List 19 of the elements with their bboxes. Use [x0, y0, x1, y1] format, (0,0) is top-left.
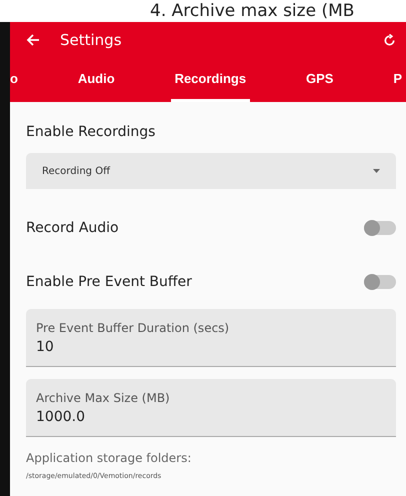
- caption-text: 4. Archive max size (MB: [149, 0, 356, 22]
- dropdown[interactable]: Recording Off: [26, 153, 396, 189]
- setting-label: Record Audio: [26, 218, 119, 238]
- setting-label: Enable Pre Event Buffer: [26, 272, 192, 292]
- tab[interactable]: Audio: [74, 58, 119, 102]
- info-label: Application storage folders:: [26, 450, 192, 467]
- text-field[interactable]: Pre Event Buffer Duration (secs) 10: [26, 309, 396, 367]
- tab[interactable]: P: [389, 58, 406, 102]
- refresh-icon[interactable]: [383, 34, 396, 46]
- tab[interactable]: o: [10, 58, 22, 102]
- back-arrow-icon[interactable]: [26, 33, 40, 47]
- tab[interactable]: GPS: [302, 58, 338, 102]
- text-field[interactable]: Archive Max Size (MB) 1000.0: [26, 379, 396, 437]
- screen-title: Settings: [60, 31, 123, 49]
- toggle-switch[interactable]: [364, 221, 396, 235]
- section-title: Enable Recordings: [26, 123, 156, 142]
- toggle-switch[interactable]: [364, 275, 396, 289]
- caret-icon: [373, 169, 380, 173]
- tab[interactable]: Recordings: [170, 58, 250, 102]
